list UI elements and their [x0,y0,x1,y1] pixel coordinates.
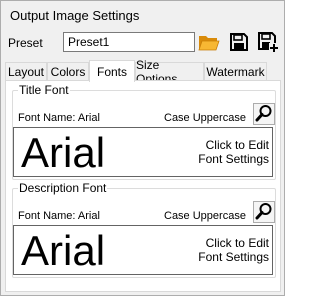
edit-hint-line2: Font Settings [198,152,269,166]
edit-hint: Click to Edit Font Settings [179,236,269,264]
tab-fonts[interactable]: Fonts [89,60,135,82]
title-font-group: Title Font Font Name: Arial Case Upperca… [12,83,276,180]
window-title: Output Image Settings [10,8,140,23]
tab-colors[interactable]: Colors [47,62,89,81]
description-font-preview[interactable]: Arial Click to Edit Font Settings [13,225,273,275]
case-label: Case Uppercase [164,210,246,222]
tab-layout[interactable]: Layout [5,62,47,81]
edit-hint-line2: Font Settings [198,250,269,264]
output-image-settings-window: Output Image Settings Preset Preset1 Lay… [0,0,285,296]
tab-watermark[interactable]: Watermark [204,62,267,81]
preset-input[interactable] [63,32,195,52]
description-font-search-button[interactable] [253,201,275,223]
fonts-tab-panel: Title Font Font Name: Arial Case Upperca… [5,80,281,292]
title-font-preview[interactable]: Arial Click to Edit Font Settings [13,127,273,177]
font-name-label: Font Name: Arial [18,112,100,124]
save-as-new-preset-button[interactable] [256,31,280,55]
save-preset-button[interactable] [227,31,251,55]
case-label: Case Uppercase [164,112,246,124]
group-title: Title Font [18,83,70,97]
magnifier-icon [255,104,273,125]
group-title: Description Font [18,181,108,195]
settings-tabs: Layout Colors Fonts Size Options Waterma… [5,58,281,86]
font-sample-text: Arial [21,227,106,274]
preset-label: Preset [8,36,43,50]
title-font-search-button[interactable] [253,103,275,125]
edit-hint-line1: Click to Edit [205,138,269,152]
magnifier-icon [255,202,273,223]
folder-open-icon [198,32,220,55]
save-add-icon [257,31,279,56]
edit-hint-line1: Click to Edit [205,236,269,250]
font-sample-text: Arial [21,129,106,176]
font-name-label: Font Name: Arial [18,210,100,222]
open-preset-button[interactable] [197,31,221,55]
save-icon [229,32,249,55]
description-font-group: Description Font Font Name: Arial Case U… [12,181,276,278]
edit-hint: Click to Edit Font Settings [179,138,269,166]
tab-size-options[interactable]: Size Options [135,58,204,86]
